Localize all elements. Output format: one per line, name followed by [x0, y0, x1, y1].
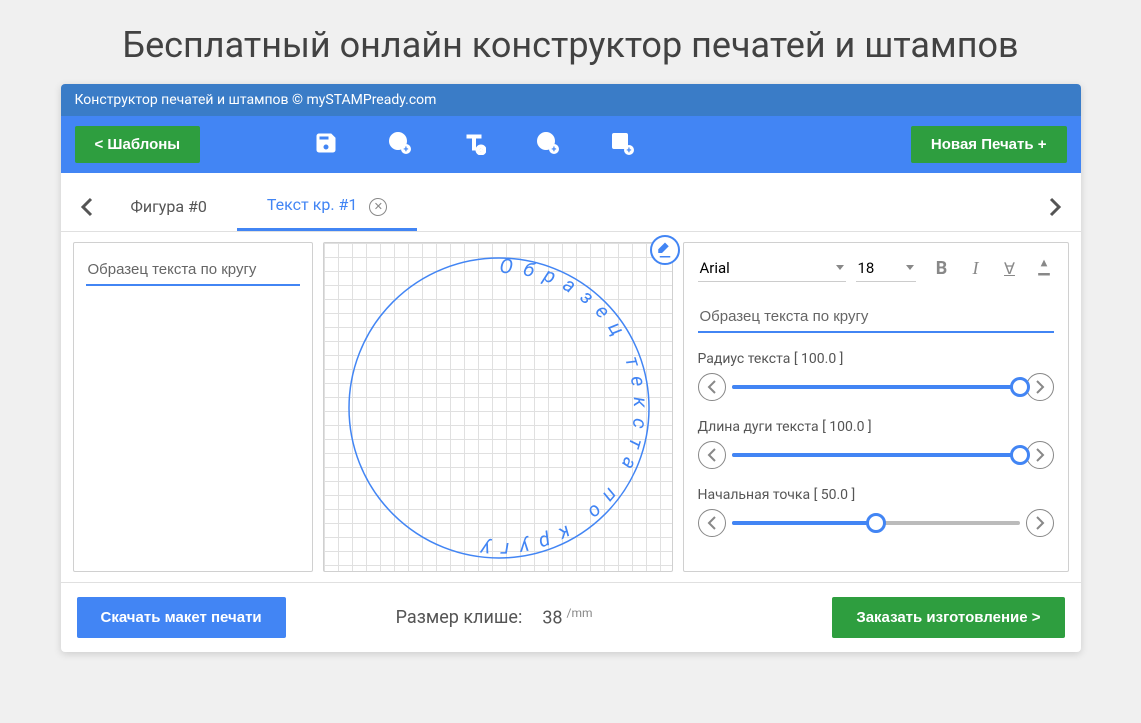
- tab-label: Текст кр. #1: [267, 195, 357, 214]
- slider-arc-thumb[interactable]: [1010, 445, 1030, 465]
- caret-down-icon: [836, 265, 844, 270]
- tab-figure-0[interactable]: Фигура #0: [101, 185, 237, 228]
- save-icon[interactable]: [314, 131, 338, 159]
- slider-start-track[interactable]: [732, 521, 1020, 525]
- underline-button[interactable]: ∀: [1000, 258, 1020, 278]
- circle-text-input[interactable]: [698, 302, 1054, 333]
- right-panel: Arial 18 B I ∀ Радиус текст: [683, 242, 1069, 572]
- sample-text-input[interactable]: [86, 255, 300, 286]
- svg-text:+: +: [404, 145, 409, 155]
- slider-arc-label: Длина дуги текста [ 100.0 ]: [698, 419, 1054, 435]
- cliche-size-value: 38 /mm: [542, 606, 592, 628]
- slider-start-thumb[interactable]: [866, 513, 886, 533]
- titlebar: Конструктор печатей и штампов © mySTAMPr…: [61, 84, 1081, 116]
- slider-radius-increase[interactable]: [1026, 373, 1054, 401]
- add-image-icon[interactable]: +: [610, 131, 634, 159]
- slider-start-increase[interactable]: [1026, 509, 1054, 537]
- page-title: Бесплатный онлайн конструктор печатей и …: [0, 0, 1141, 84]
- font-family-select[interactable]: Arial: [698, 255, 846, 282]
- templates-button[interactable]: < Шаблоны: [75, 126, 201, 163]
- text-color-button[interactable]: [1034, 258, 1054, 278]
- text-tools: B I ∀: [932, 258, 1054, 278]
- slider-start-decrease[interactable]: [698, 509, 726, 537]
- toolbar: < Шаблоны A+ + + + Новая Печать +: [61, 116, 1081, 173]
- slider-radius-decrease[interactable]: [698, 373, 726, 401]
- tabs-bar: Фигура #0 Текст кр. #1 ✕: [61, 173, 1081, 232]
- slider-arc-decrease[interactable]: [698, 441, 726, 469]
- slider-start-label: Начальная точка [ 50.0 ]: [698, 487, 1054, 503]
- toolbar-icons: A+ + + +: [314, 131, 634, 159]
- tab-close-button[interactable]: ✕: [369, 198, 387, 216]
- svg-text:Образец текста по кругу: Образец текста по кругу: [469, 253, 653, 561]
- slider-start: Начальная точка [ 50.0 ]: [698, 487, 1054, 537]
- order-button[interactable]: Заказать изготовление >: [832, 597, 1064, 638]
- tabs-next-button[interactable]: [1041, 193, 1069, 221]
- canvas-circle-text: Образец текста по кругу: [469, 253, 653, 561]
- svg-text:A: A: [395, 137, 402, 148]
- download-button[interactable]: Скачать макет печати: [77, 597, 286, 638]
- slider-radius-thumb[interactable]: [1010, 377, 1030, 397]
- font-size-select[interactable]: 18: [856, 255, 916, 282]
- font-size-value: 18: [858, 259, 875, 277]
- caret-down-icon: [906, 265, 914, 270]
- svg-text:+: +: [479, 146, 484, 155]
- font-family-value: Arial: [700, 259, 730, 277]
- tab-text-circle-1[interactable]: Текст кр. #1 ✕: [237, 183, 417, 231]
- slider-radius: Радиус текста [ 100.0 ]: [698, 351, 1054, 401]
- app-window: Конструктор печатей и штампов © mySTAMPr…: [61, 84, 1081, 652]
- slider-radius-track[interactable]: [732, 385, 1020, 389]
- add-text-icon[interactable]: +: [462, 131, 486, 159]
- svg-text:+: +: [627, 146, 632, 155]
- footer: Скачать макет печати Размер клише: 38 /m…: [61, 582, 1081, 652]
- font-row: Arial 18 B I ∀: [698, 255, 1054, 282]
- canvas-panel[interactable]: Образец текста по кругу: [323, 242, 673, 572]
- slider-arc-increase[interactable]: [1026, 441, 1054, 469]
- tabs-prev-button[interactable]: [73, 193, 101, 221]
- left-panel: [73, 242, 313, 572]
- new-stamp-button[interactable]: Новая Печать +: [911, 126, 1067, 163]
- slider-arc-track[interactable]: [732, 453, 1020, 457]
- add-circle-text-icon[interactable]: A+: [388, 131, 412, 159]
- slider-radius-label: Радиус текста [ 100.0 ]: [698, 351, 1054, 367]
- slider-arc: Длина дуги текста [ 100.0 ]: [698, 419, 1054, 469]
- color-picker-button[interactable]: [650, 235, 680, 265]
- svg-text:+: +: [552, 145, 557, 155]
- workspace: Образец текста по кругу Arial 18 B: [61, 232, 1081, 582]
- bold-button[interactable]: B: [932, 258, 952, 278]
- italic-button[interactable]: I: [966, 258, 986, 278]
- add-shape-icon[interactable]: +: [536, 131, 560, 159]
- cliche-size-label: Размер клише:: [396, 607, 523, 628]
